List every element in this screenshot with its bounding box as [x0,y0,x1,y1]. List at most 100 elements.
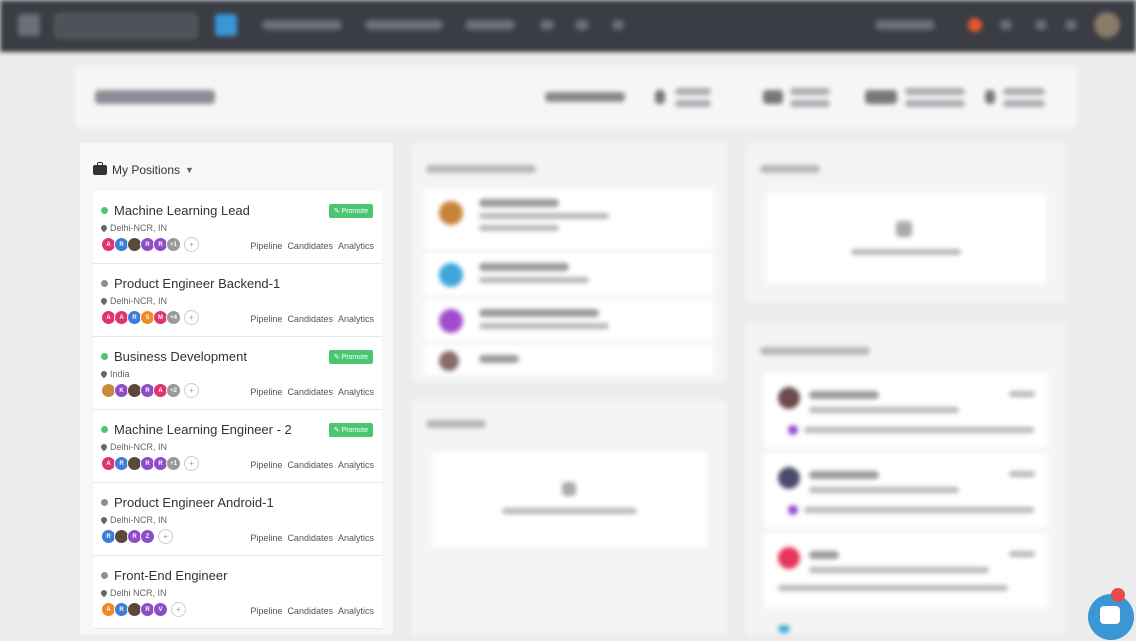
nav-icon[interactable] [1035,20,1047,30]
position-card[interactable]: Front-End Engineer Delhi NCR, IN A R R V + Pipe… [93,556,382,629]
add-member-button[interactable]: + [184,456,199,471]
position-title-row[interactable]: Business Development [101,349,247,364]
link-candidates[interactable]: Candidates [287,241,333,251]
menu-icon[interactable] [18,14,40,36]
add-member-button[interactable]: + [158,529,173,544]
nav-icon[interactable] [1000,20,1012,30]
tasks-panel [412,400,727,635]
location-text: Delhi NCR, IN [110,588,167,598]
positions-dropdown[interactable]: My Positions ▼ [93,162,194,177]
promote-button[interactable]: ✎ Promote [328,423,373,437]
team-avatars: A A R S M +4 + [101,310,199,325]
stat-caption [1003,88,1045,95]
add-member-button[interactable]: + [184,310,199,325]
link-pipeline[interactable]: Pipeline [250,533,282,543]
chat-launcher-button[interactable] [1088,594,1134,640]
promote-button[interactable]: ✎ Promote [328,204,373,218]
position-card[interactable]: Product Engineer Android-1 Delhi-NCR, IN R… [93,483,382,556]
link-analytics[interactable]: Analytics [338,387,374,397]
link-analytics[interactable]: Analytics [338,241,374,251]
position-title-row[interactable]: Front-End Engineer [101,568,227,583]
position-title[interactable]: Product Engineer Android-1 [114,495,274,510]
link-candidates[interactable]: Candidates [287,606,333,616]
list-item[interactable] [424,299,714,341]
team-avatars: R R Z + [101,529,173,544]
link-pipeline[interactable]: Pipeline [250,387,282,397]
position-links: Pipeline Candidates Analytics [250,606,374,616]
add-member-button[interactable]: + [184,237,199,252]
nav-item[interactable] [465,20,515,30]
avatar[interactable]: +4 [166,310,181,325]
link-candidates[interactable]: Candidates [287,314,333,324]
avatar[interactable]: +1 [166,456,181,471]
nav-icon[interactable] [612,20,624,30]
add-member-button[interactable]: + [184,383,199,398]
list-item[interactable] [424,345,714,375]
position-card[interactable]: Machine Learning Engineer - 2 Delhi-NCR, … [93,410,382,483]
link-candidates[interactable]: Candidates [287,533,333,543]
list-item[interactable] [424,189,714,249]
nav-item[interactable] [875,20,935,30]
map-pin-icon [99,369,109,379]
link-analytics[interactable]: Analytics [338,606,374,616]
text-line [1009,471,1035,477]
link-analytics[interactable]: Analytics [338,533,374,543]
positions-list: Machine Learning Lead Delhi-NCR, IN ✎ Prom… [93,191,382,629]
add-button[interactable] [215,14,237,36]
team-avatars: A R R V + [101,602,186,617]
link-pipeline[interactable]: Pipeline [250,314,282,324]
position-title-row[interactable]: Product Engineer Backend-1 [101,276,280,291]
notification-icon[interactable] [968,18,982,32]
avatar[interactable]: Z [140,529,155,544]
position-title-row[interactable]: Machine Learning Engineer - 2 [101,422,292,437]
list-item[interactable] [424,253,714,295]
avatar[interactable]: +2 [166,383,181,398]
position-title[interactable]: Front-End Engineer [114,568,227,583]
nav-icon[interactable] [575,20,589,30]
avatar[interactable] [1094,12,1120,38]
position-title[interactable]: Product Engineer Backend-1 [114,276,280,291]
empty-text [851,249,961,255]
position-card[interactable]: Machine Learning Lead Delhi-NCR, IN ✎ Prom… [93,191,382,264]
text-line [479,199,559,207]
link-pipeline[interactable]: Pipeline [250,606,282,616]
link-analytics[interactable]: Analytics [338,460,374,470]
location-text: Delhi-NCR, IN [110,223,168,233]
chat-icon [1100,606,1120,624]
position-links: Pipeline Candidates Analytics [250,387,374,397]
position-card[interactable]: Business Development India ✎ Promote K R A +2 +… [93,337,382,410]
position-title-row[interactable]: Machine Learning Lead [101,203,250,218]
nav-item[interactable] [365,20,443,30]
text-line [809,567,989,573]
list-item[interactable] [764,533,1048,608]
nav-icon[interactable] [1065,20,1077,30]
link-pipeline[interactable]: Pipeline [250,241,282,251]
list-item[interactable] [764,453,1048,528]
map-pin-icon [99,223,109,233]
nav-icon[interactable] [540,20,554,30]
nav-item[interactable] [262,20,342,30]
task-icon [562,482,576,496]
position-title[interactable]: Machine Learning Lead [114,203,250,218]
list-item[interactable] [764,373,1048,448]
add-member-button[interactable]: + [171,602,186,617]
top-navigation-bar [0,0,1136,52]
link-analytics[interactable]: Analytics [338,314,374,324]
map-pin-icon [99,588,109,598]
link-candidates[interactable]: Candidates [287,387,333,397]
link-pipeline[interactable]: Pipeline [250,460,282,470]
position-title[interactable]: Business Development [114,349,247,364]
chat-notification-badge [1111,588,1125,602]
position-card[interactable]: Product Engineer Backend-1 Delhi-NCR, IN A… [93,264,382,337]
stat-caption [675,100,711,107]
text-line [804,427,1034,433]
link-candidates[interactable]: Candidates [287,460,333,470]
avatar[interactable]: +1 [166,237,181,252]
promote-button[interactable]: ✎ Promote [328,350,373,364]
text-line [1009,391,1035,397]
avatar[interactable]: V [153,602,168,617]
position-title-row[interactable]: Product Engineer Android-1 [101,495,274,510]
position-title[interactable]: Machine Learning Engineer - 2 [114,422,292,437]
search-input[interactable] [55,14,197,38]
avatar [778,467,800,489]
